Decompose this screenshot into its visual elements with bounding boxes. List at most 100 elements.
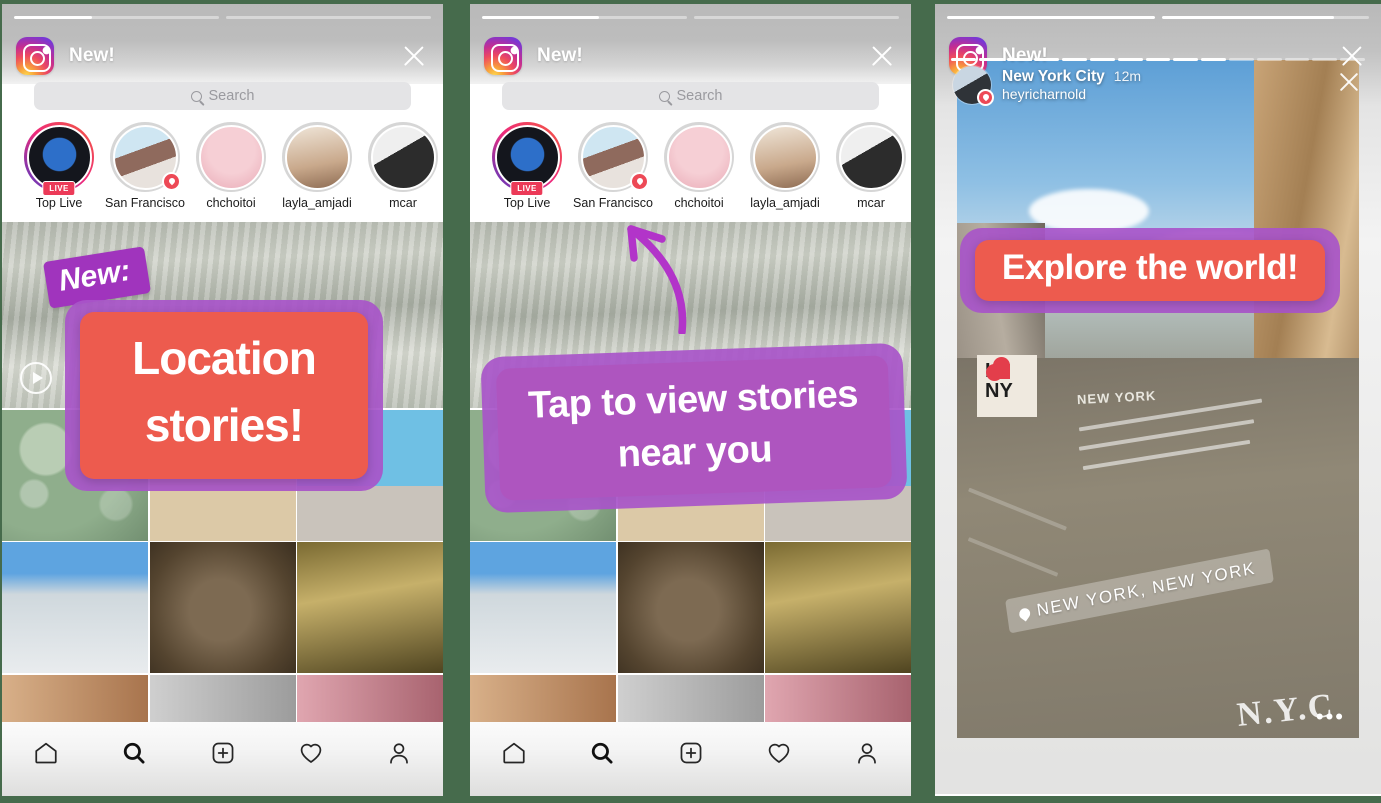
segment[interactable] xyxy=(951,58,976,61)
grid-cell[interactable] xyxy=(297,409,443,541)
screenshot-stage: New! Search LIVE Top Live San Francisco … xyxy=(0,0,1381,803)
nav-home-button[interactable] xyxy=(2,736,90,770)
segment[interactable] xyxy=(1312,58,1338,61)
nav-add-button[interactable] xyxy=(646,736,734,770)
story-progress-segment[interactable] xyxy=(694,16,899,19)
close-icon[interactable] xyxy=(399,41,429,71)
story-tray-label: San Francisco xyxy=(105,196,185,210)
story-tray-item-san-francisco[interactable]: San Francisco xyxy=(570,122,656,222)
nav-search-button[interactable] xyxy=(558,736,646,770)
story-tray[interactable]: LIVE Top Live San Francisco chchoitoi la… xyxy=(2,122,443,222)
story-close-icon[interactable] xyxy=(1337,70,1361,94)
story-tray-item-top-live[interactable]: LIVE Top Live xyxy=(16,122,102,222)
story-photo[interactable]: I NY NEW YORK NEW YORK, NEW YORK N.Y.C •… xyxy=(957,60,1359,738)
story-tray-item-top-live[interactable]: LIVE Top Live xyxy=(484,122,570,222)
segment[interactable] xyxy=(978,58,1004,61)
grid-cell-video[interactable] xyxy=(470,222,911,409)
grid-cell[interactable] xyxy=(149,542,296,674)
close-icon[interactable] xyxy=(1337,41,1367,71)
story-progress-bars xyxy=(947,16,1369,20)
search-input[interactable]: Search xyxy=(502,82,879,110)
segment[interactable] xyxy=(1145,58,1171,61)
segment[interactable] xyxy=(1340,58,1365,61)
story-progress-segment[interactable] xyxy=(482,16,687,19)
more-options-icon[interactable]: ••• xyxy=(1316,706,1345,728)
nav-profile-button[interactable] xyxy=(823,736,911,770)
segment[interactable] xyxy=(1117,58,1143,61)
story-ring xyxy=(368,122,438,192)
cloud xyxy=(1029,188,1150,233)
avatar xyxy=(198,124,264,190)
grid-cell-video[interactable] xyxy=(2,222,443,409)
segment[interactable] xyxy=(1034,58,1060,61)
story-progress-bars xyxy=(14,16,431,20)
segment[interactable] xyxy=(1284,58,1310,61)
story-tray-item-san-francisco[interactable]: San Francisco xyxy=(102,122,188,222)
story-tray-item-mcar[interactable]: mcar xyxy=(360,122,443,222)
grid-cell[interactable] xyxy=(149,409,296,541)
story-tray[interactable]: LIVE Top Live San Francisco chchoitoi la… xyxy=(470,122,911,222)
story-location: New York City xyxy=(1002,67,1105,85)
overlay-title: New! xyxy=(69,45,115,66)
story-header: New York City 12m heyricharnold xyxy=(953,66,1142,106)
segment[interactable] xyxy=(1173,58,1199,61)
story-progress-segment[interactable] xyxy=(947,16,1155,19)
story-avatar[interactable] xyxy=(953,66,994,106)
instagram-logo-icon xyxy=(484,37,522,75)
grid-cell[interactable] xyxy=(470,409,616,541)
story-segment-bars xyxy=(951,58,1365,61)
location-pin-icon xyxy=(162,172,181,191)
nav-profile-button[interactable] xyxy=(355,736,443,770)
segment[interactable] xyxy=(1256,58,1282,61)
grid-cell[interactable] xyxy=(297,542,443,674)
story-progress-segment[interactable] xyxy=(14,16,219,19)
nav-activity-button[interactable] xyxy=(735,736,823,770)
grid-cell[interactable] xyxy=(617,542,764,674)
story-ring: LIVE xyxy=(492,122,562,196)
nav-search-button[interactable] xyxy=(90,736,178,770)
segment[interactable] xyxy=(1228,58,1254,61)
grid-cell[interactable] xyxy=(470,542,616,674)
location-pin-icon xyxy=(1017,605,1033,622)
story-ring xyxy=(664,122,734,192)
live-badge: LIVE xyxy=(42,181,76,196)
story-time-ago: 12m xyxy=(1113,67,1142,84)
nav-activity-button[interactable] xyxy=(267,736,355,770)
story-tray-item-chchoitoi[interactable]: chchoitoi xyxy=(188,122,274,222)
avatar xyxy=(838,124,904,190)
segment[interactable] xyxy=(1006,58,1032,61)
grid-cell[interactable] xyxy=(2,409,148,541)
segment[interactable] xyxy=(1201,58,1226,61)
segment[interactable] xyxy=(1062,58,1087,61)
story-progress-segment[interactable] xyxy=(226,16,431,19)
search-input[interactable]: Search xyxy=(34,82,411,110)
grid-cell[interactable] xyxy=(2,542,148,674)
play-icon[interactable] xyxy=(20,362,52,395)
story-tray-item-layla-amjadi[interactable]: layla_amjadi xyxy=(274,122,360,222)
nav-home-button[interactable] xyxy=(470,736,558,770)
search-wrapper: Search xyxy=(470,82,911,110)
location-pin-icon xyxy=(977,89,994,106)
story-tray-label: mcar xyxy=(389,196,417,210)
story-tray-label: chchoitoi xyxy=(206,196,256,210)
close-icon[interactable] xyxy=(867,41,897,71)
story-tray-label: mcar xyxy=(857,196,885,210)
nav-add-button[interactable] xyxy=(178,736,266,770)
story-progress-bars xyxy=(482,16,899,20)
story-ring xyxy=(196,122,266,192)
story-username: heyricharnold xyxy=(1002,85,1087,102)
search-icon xyxy=(190,90,202,102)
story-tray-label: San Francisco xyxy=(573,196,653,210)
search-placeholder: Search xyxy=(208,88,255,104)
avatar xyxy=(370,124,436,190)
grid-cell[interactable] xyxy=(617,409,764,541)
overlay-header: New! xyxy=(470,34,911,78)
grid-cell[interactable] xyxy=(765,409,911,541)
story-tray-item-mcar[interactable]: mcar xyxy=(828,122,911,222)
grid-cell[interactable] xyxy=(765,542,911,674)
story-ring: LIVE xyxy=(24,122,94,196)
story-tray-item-layla-amjadi[interactable]: layla_amjadi xyxy=(742,122,828,222)
story-progress-segment[interactable] xyxy=(1161,16,1369,19)
segment[interactable] xyxy=(1089,58,1115,61)
story-tray-item-chchoitoi[interactable]: chchoitoi xyxy=(656,122,742,222)
